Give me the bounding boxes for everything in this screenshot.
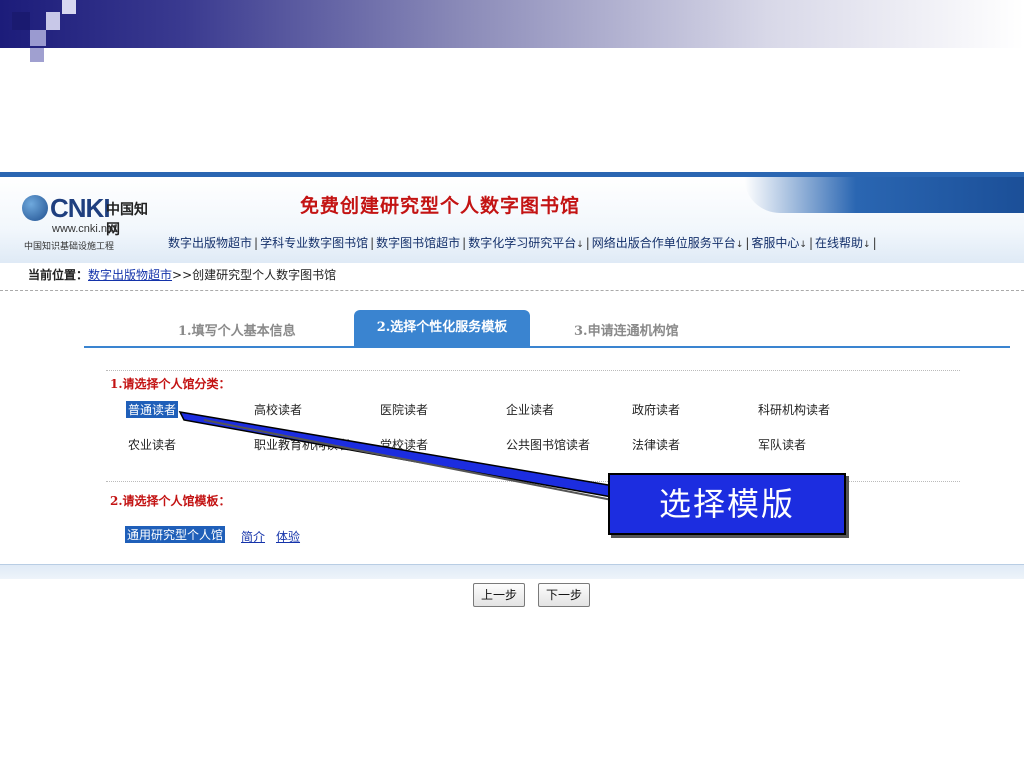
callout-pointer [178, 411, 615, 501]
callout-box: 选择模版 [608, 473, 846, 535]
